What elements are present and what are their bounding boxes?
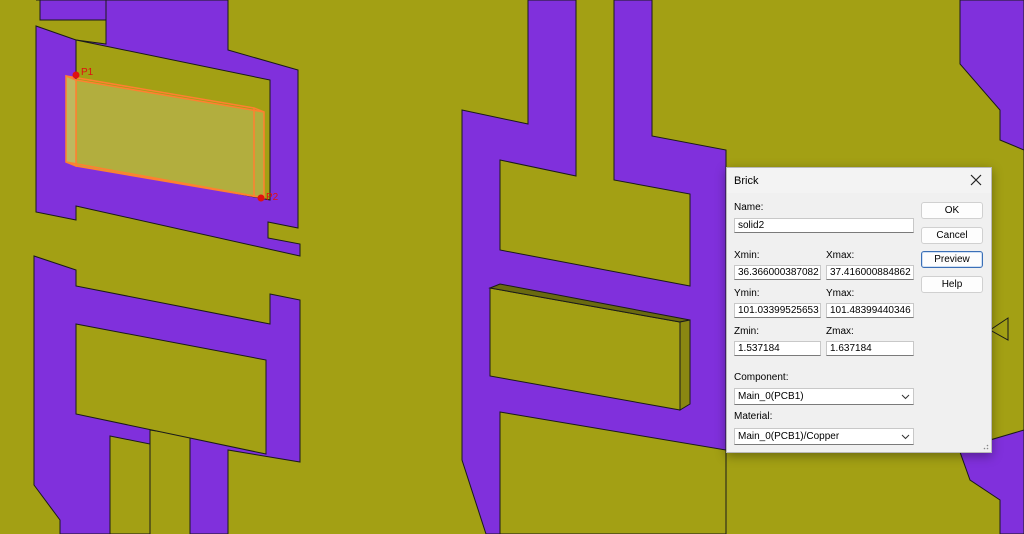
point-p2-label: P2 bbox=[266, 192, 279, 203]
chevron-down-icon bbox=[901, 434, 910, 440]
ymin-input[interactable]: 101.03399525653 bbox=[734, 303, 821, 318]
xmin-input[interactable]: 36.366000387082 bbox=[734, 265, 821, 280]
help-button[interactable]: Help bbox=[921, 276, 983, 293]
zmax-label: Zmax: bbox=[826, 326, 854, 337]
zmax-input[interactable]: 1.637184 bbox=[826, 341, 914, 356]
ok-button[interactable]: OK bbox=[921, 202, 983, 219]
ymax-input[interactable]: 101.48399440346 bbox=[826, 303, 914, 318]
preview-button[interactable]: Preview bbox=[921, 251, 983, 268]
cancel-button[interactable]: Cancel bbox=[921, 227, 983, 244]
xmax-label: Xmax: bbox=[826, 250, 855, 261]
component-select-value: Main_0(PCB1) bbox=[738, 391, 804, 402]
resize-grip-icon[interactable] bbox=[981, 442, 989, 450]
component-label: Component: bbox=[734, 372, 789, 383]
material-label: Material: bbox=[734, 411, 773, 422]
name-label: Name: bbox=[734, 202, 764, 213]
dialog-titlebar[interactable]: Brick bbox=[727, 168, 991, 193]
chevron-down-icon bbox=[901, 394, 910, 400]
material-select[interactable]: Main_0(PCB1)/Copper bbox=[734, 428, 914, 445]
ymax-label: Ymax: bbox=[826, 288, 855, 299]
zmin-input[interactable]: 1.537184 bbox=[734, 341, 821, 356]
xmax-input[interactable]: 37.416000884862 bbox=[826, 265, 914, 280]
point-p1-marker bbox=[72, 71, 80, 79]
ymin-label: Ymin: bbox=[734, 288, 760, 299]
point-p1-label: P1 bbox=[81, 67, 94, 78]
point-p2-marker bbox=[257, 194, 265, 202]
xmin-label: Xmin: bbox=[734, 250, 760, 261]
close-icon[interactable] bbox=[967, 171, 985, 189]
dialog-title: Brick bbox=[734, 175, 759, 187]
component-select[interactable]: Main_0(PCB1) bbox=[734, 388, 914, 405]
material-select-value: Main_0(PCB1)/Copper bbox=[738, 431, 840, 442]
name-input[interactable]: solid2 bbox=[734, 218, 914, 233]
zmin-label: Zmin: bbox=[734, 326, 759, 337]
brick-dialog: Brick Name: solid2 Xmin: Xmax: 36.366000… bbox=[726, 167, 992, 453]
